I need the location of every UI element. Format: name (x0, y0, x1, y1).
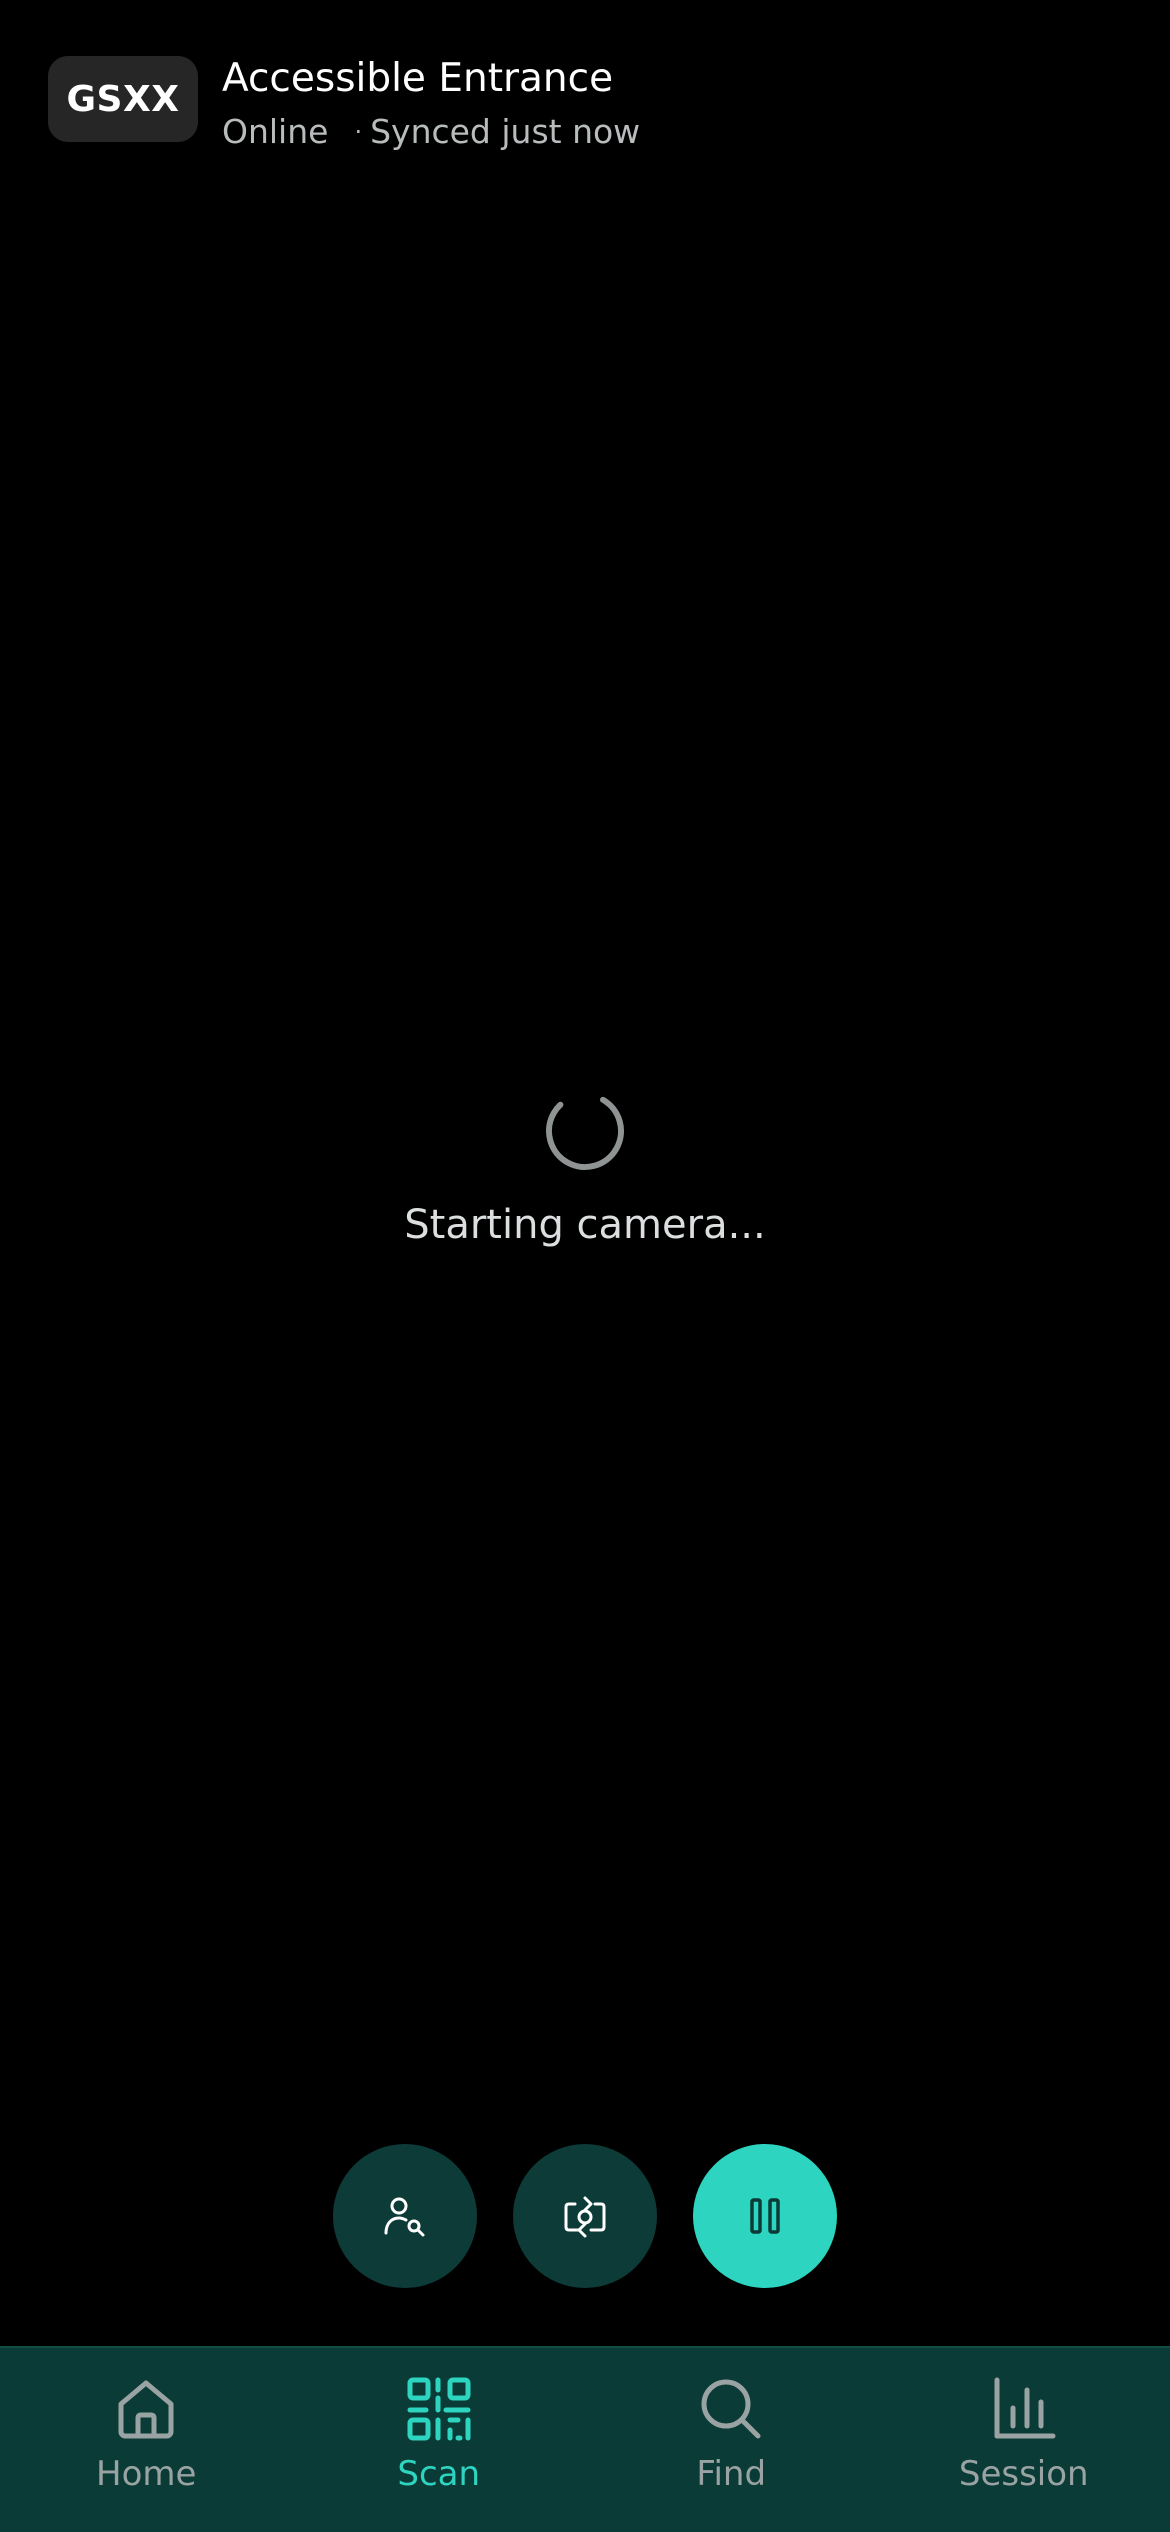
search-icon (701, 2379, 761, 2439)
nav-label-home: Home (96, 2454, 197, 2494)
loading-message: Starting camera... (404, 1202, 766, 1248)
app-header: GSXX Accessible Entrance Online · Synced… (48, 56, 1130, 156)
header-text: Accessible Entrance Online · Synced just… (222, 56, 640, 152)
status-separator: · (354, 118, 363, 146)
home-icon (118, 2380, 174, 2439)
camera-loading: Starting camera... (0, 1090, 1170, 1248)
nav-item-scan[interactable]: Scan (293, 2348, 586, 2532)
switch-camera-button[interactable] (513, 2144, 657, 2288)
bar-chart-icon (994, 2377, 1056, 2439)
scanner-actions (0, 2144, 1170, 2288)
switch-camera-icon (564, 2196, 606, 2238)
nav-item-home[interactable]: Home (0, 2348, 293, 2532)
nav-label-find: Find (696, 2454, 767, 2494)
nav-label-session: Session (958, 2454, 1089, 2494)
event-code-badge[interactable]: GSXX (48, 56, 198, 142)
sync-status: Synced just now (370, 112, 641, 151)
qr-code-icon (407, 2377, 471, 2441)
loading-spinner-icon (546, 1092, 624, 1170)
page-title: Accessible Entrance (222, 56, 614, 101)
search-attendee-button[interactable] (333, 2144, 477, 2288)
nav-item-session[interactable]: Session (878, 2348, 1170, 2532)
pause-icon (750, 2198, 780, 2234)
pause-button[interactable] (693, 2144, 837, 2288)
user-search-icon (384, 2197, 425, 2237)
status-line: Online · Synced just now (222, 112, 640, 152)
bottom-nav: Home Scan Find Session (0, 2346, 1170, 2532)
nav-item-find[interactable]: Find (585, 2348, 878, 2532)
nav-label-scan: Scan (397, 2454, 481, 2494)
connection-status: Online (222, 112, 329, 151)
